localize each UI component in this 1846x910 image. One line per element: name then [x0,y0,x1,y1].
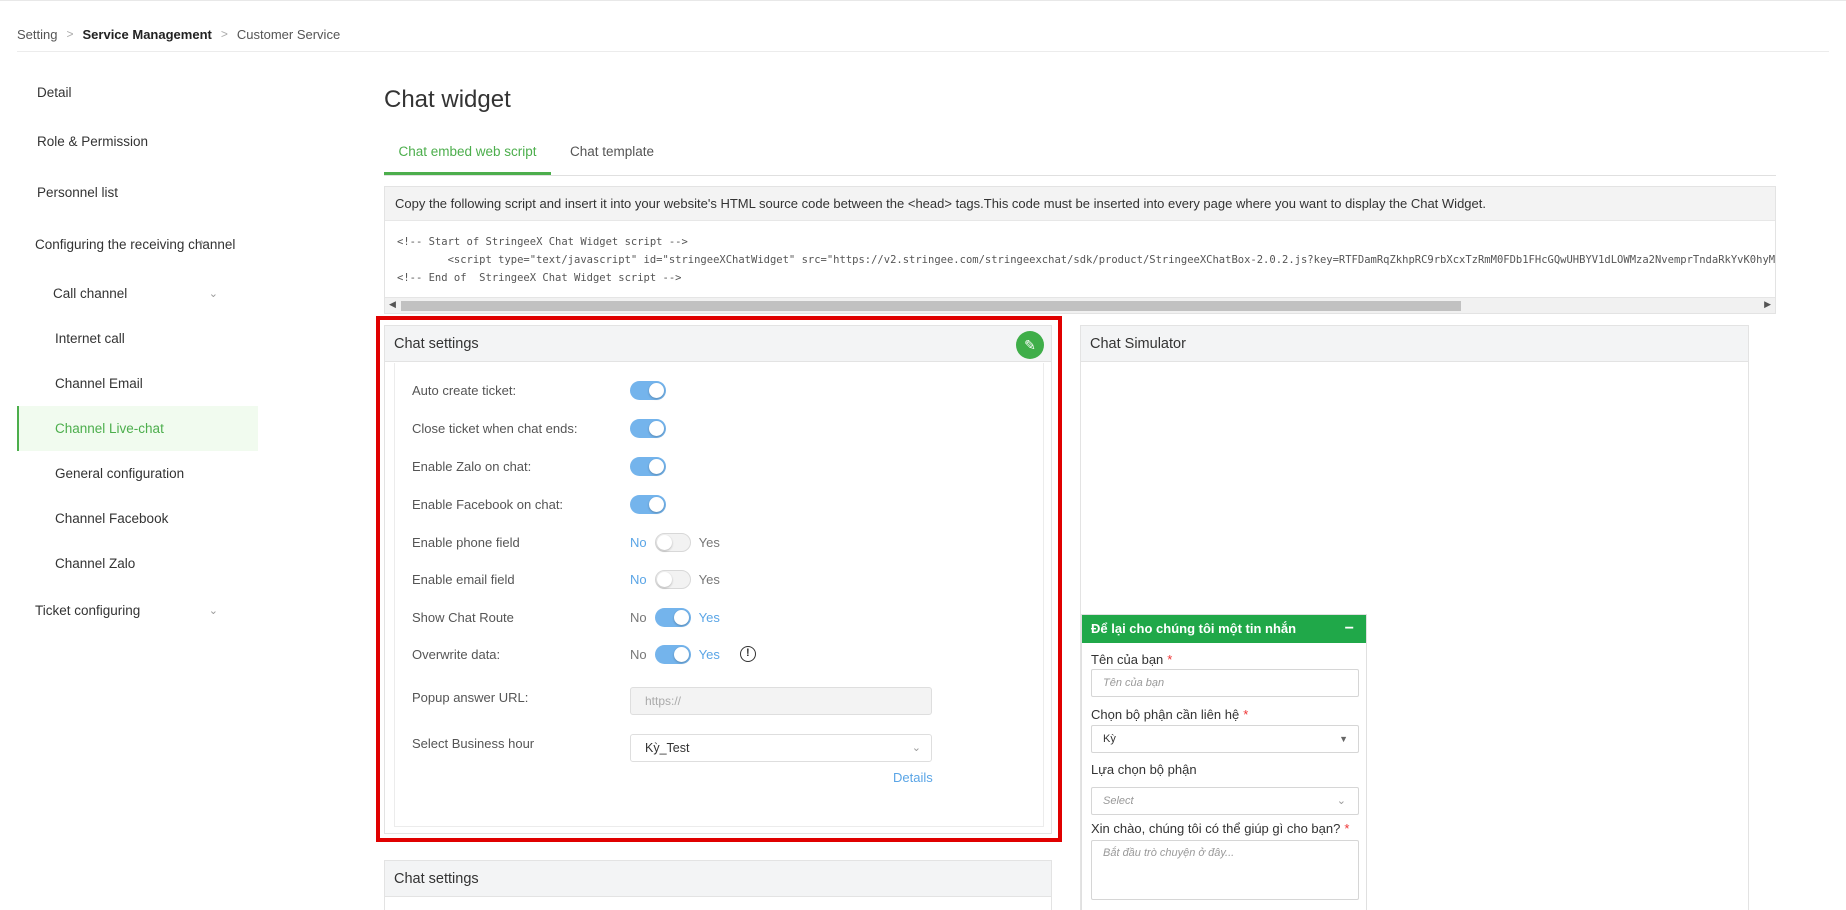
script-code-line: <!-- End of StringeeX Chat Widget script… [397,272,682,284]
sidebar-item-label: Personnel list [37,185,119,200]
sidebar-item-label: Internet call [55,331,125,346]
choose-dept-label: Lựa chọn bộ phận [1091,762,1197,777]
dept-value: Kỳ [1103,733,1116,745]
sidebar-item-label: Channel Zalo [55,556,136,571]
scrollbar-thumb[interactable] [401,301,1461,311]
dept-select[interactable]: Kỳ ▼ [1091,725,1359,753]
embed-script-box: Copy the following script and insert it … [384,186,1776,314]
tab-chat-embed-web-script[interactable]: Chat embed web script [384,144,551,175]
dept-label-text: Chọn bộ phận cần liên hệ [1091,707,1240,722]
sidebar-item-label: Channel Email [55,376,143,391]
message-textarea[interactable]: Bắt đầu trò chuyện ở đây... [1091,840,1359,900]
tab-chat-template[interactable]: Chat template [570,144,654,159]
scroll-left-icon[interactable]: ◀ [389,299,396,310]
chevron-right-icon: > [220,27,228,41]
name-label-text: Tên của bạn [1091,652,1164,667]
tab-bar: Chat embed web script Chat template [384,140,1776,176]
greet-label-text: Xin chào, chúng tôi có thể giúp gì cho b… [1091,821,1341,836]
sidebar-item-personnel-list[interactable]: Personnel list [17,170,258,215]
script-instruction: Copy the following script and insert it … [385,187,1775,221]
minimize-icon[interactable]: − [1345,615,1354,643]
chevron-up-icon: ^ [198,238,204,251]
sidebar-item-call-channel[interactable]: Call channel ⌄ [17,271,258,316]
sidebar-item-channel-live-chat[interactable]: Channel Live-chat [17,406,258,451]
highlight-frame [376,316,1062,842]
widget-header: Để lại cho chúng tôi một tin nhắn − [1082,615,1366,643]
chevron-down-icon: ⌄ [208,605,218,617]
breadcrumb-customer-service: Customer Service [236,26,341,42]
sidebar-item-channel-facebook[interactable]: Channel Facebook [17,496,258,541]
required-mark: * [1243,707,1249,722]
panel-title: Chat settings [385,861,1051,897]
sidebar-item-receiving-channel[interactable]: Configuring the receiving channel ^ [17,222,258,267]
choose-dept-placeholder: Select [1103,795,1134,807]
sidebar-item-label: General configuration [55,466,185,481]
sidebar-item-role-permission[interactable]: Role & Permission [17,119,258,164]
scroll-right-icon[interactable]: ▶ [1764,299,1771,310]
script-code-line: <script type="text/javascript" id="strin… [397,254,1775,266]
widget-header-title: Để lại cho chúng tôi một tin nhắn [1091,621,1297,636]
sidebar-item-label: Channel Facebook [55,511,169,526]
required-mark: * [1344,821,1350,836]
top-border [0,0,1846,1]
name-label: Tên của bạn * [1091,652,1172,667]
breadcrumb-service-management[interactable]: Service Management [83,27,212,42]
sidebar-item-label: Detail [37,85,72,100]
sidebar-item-detail[interactable]: Detail [17,70,258,115]
script-code[interactable]: <!-- Start of StringeeX Chat Widget scri… [385,221,1775,297]
sidebar-item-internet-call[interactable]: Internet call [17,316,258,361]
chat-widget-preview: Để lại cho chúng tôi một tin nhắn − Tên … [1081,614,1367,910]
sidebar-item-label: Configuring the receiving channel [35,237,236,252]
chevron-down-icon: ⌄ [208,288,218,300]
page-title: Chat widget [384,86,511,113]
sidebar-item-label: Call channel [53,286,128,301]
breadcrumb-setting[interactable]: Setting [17,27,57,42]
sidebar-item-label: Role & Permission [37,134,149,149]
chevron-right-icon: > [66,27,74,41]
sidebar-item-general-configuration[interactable]: General configuration [17,451,258,496]
sidebar-item-channel-email[interactable]: Channel Email [17,361,258,406]
chevron-down-icon: ⌄ [1336,795,1346,807]
script-code-line: <!-- Start of StringeeX Chat Widget scri… [397,236,688,248]
greet-label: Xin chào, chúng tôi có thể giúp gì cho b… [1091,821,1349,836]
sidebar: Detail Role & Permission Personnel list … [17,70,258,633]
sidebar-item-channel-zalo[interactable]: Channel Zalo [17,541,258,586]
choose-dept-select[interactable]: Select ⌄ [1091,787,1359,815]
panel-title: Chat Simulator [1081,326,1748,362]
sidebar-item-label: Channel Live-chat [55,421,164,436]
breadcrumb: Setting > Service Management > Customer … [17,25,340,43]
dept-label: Chọn bộ phận cần liên hệ * [1091,707,1248,722]
divider [17,51,1829,52]
sidebar-item-ticket-configuring[interactable]: Ticket configuring ⌄ [17,588,258,633]
caret-down-icon: ▼ [1339,734,1348,744]
sidebar-item-label: Ticket configuring [35,603,141,618]
chat-settings-panel-2: Chat settings [384,860,1052,910]
required-mark: * [1167,652,1173,667]
horizontal-scrollbar[interactable]: ◀ ▶ [385,297,1775,313]
name-input[interactable]: Tên của bạn [1091,669,1359,697]
